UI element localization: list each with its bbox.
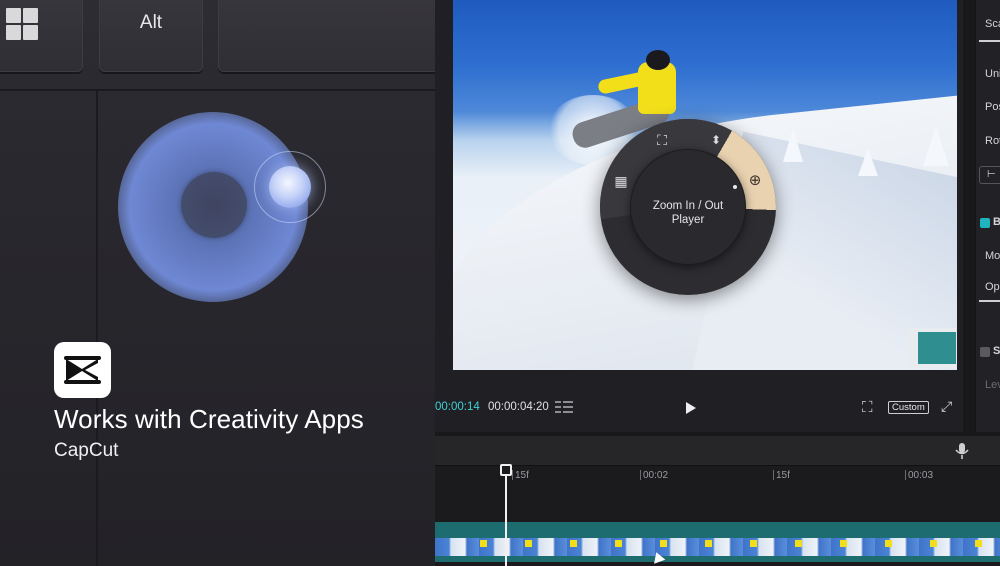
radial-menu-label: Zoom In / Out Player: [631, 199, 745, 227]
play-button[interactable]: [682, 400, 698, 416]
timeline-toolbar: [435, 436, 1000, 466]
creative-dial-center: [181, 172, 247, 238]
blend-checkbox[interactable]: [980, 218, 990, 228]
radial-label-line1: Zoom In / Out: [652, 200, 724, 212]
ruler-label: 00:03: [908, 470, 934, 481]
calendar-icon[interactable]: ▦: [611, 171, 631, 191]
thumbnail-rider: [795, 540, 802, 547]
windows-logo-icon: [6, 8, 38, 40]
up-down-arrows-icon[interactable]: ⬍: [706, 130, 726, 150]
windows-key: [0, 0, 83, 72]
snowboarder-helmet: [646, 50, 670, 70]
prop-stabilize: S: [993, 345, 1000, 357]
video-clip-thumbnails[interactable]: [435, 538, 1000, 556]
playhead[interactable]: [505, 466, 507, 566]
snowy-tree: [923, 126, 949, 166]
color-swatch[interactable]: [908, 328, 956, 368]
fullscreen-icon[interactable]: ⤢: [941, 398, 952, 415]
thumbnail-rider: [930, 540, 937, 547]
prop-tab-underline: [979, 40, 1000, 42]
tagline: Works with Creativity Apps: [54, 404, 364, 434]
space-key: [218, 0, 435, 72]
microphone-icon[interactable]: [955, 443, 969, 459]
thumbnail-rider: [975, 540, 982, 547]
prop-position: Posit: [985, 101, 1000, 113]
list-icon[interactable]: [555, 400, 575, 414]
opacity-slider[interactable]: [979, 300, 1000, 302]
total-time: 00:00:04:20: [488, 401, 549, 413]
app-name: CapCut: [54, 440, 119, 461]
capcut-logo-icon: [54, 342, 111, 398]
prop-mode: Mod: [985, 250, 1000, 262]
ruler-tick: [905, 470, 906, 480]
focus-frame-icon[interactable]: ⛶: [862, 399, 873, 416]
creative-dial-knob: [269, 166, 311, 208]
prop-opacity: Opa: [985, 281, 1000, 293]
align-left-icon[interactable]: ⊢: [979, 166, 1000, 184]
thumbnail-rider: [705, 540, 712, 547]
radial-label-line2: Player: [671, 214, 705, 226]
ruler-tick: [640, 470, 641, 480]
ruler-label: 00:02: [643, 470, 669, 481]
radial-indicator-dot: [733, 185, 737, 189]
custom-ratio-button[interactable]: Custom: [888, 401, 929, 414]
zoom-in-icon[interactable]: ⊕: [745, 171, 765, 191]
thumbnail-rider: [525, 540, 532, 547]
focus-frame-icon[interactable]: ⛶: [652, 130, 672, 150]
thumbnail-rider: [885, 540, 892, 547]
ruler-tick: [512, 470, 513, 480]
prop-level: Leve: [985, 379, 1000, 391]
prop-uniform: Unif: [985, 68, 1000, 80]
prop-scale[interactable]: Scale: [985, 18, 1000, 30]
trackpad-divider: [96, 90, 98, 566]
current-time: 00:00:14: [435, 401, 480, 413]
snowy-tree: [858, 148, 878, 176]
ruler-label: 15f: [776, 470, 790, 481]
trackpad-border: [0, 89, 435, 91]
stabilize-checkbox[interactable]: [980, 347, 990, 357]
timeline-ruler[interactable]: 15f 00:02 15f 00:03: [435, 466, 1000, 488]
alt-key-label: Alt: [139, 12, 163, 33]
prop-rotate: Rota: [985, 135, 1000, 147]
prop-blend: B: [993, 216, 1000, 228]
thumbnail-rider: [480, 540, 487, 547]
color-swatch-fill: [918, 332, 956, 364]
timeline-panel: 15f 00:02 15f 00:03: [435, 436, 1000, 566]
hardware-panel: Alt Works with Creativity Apps CapCut: [0, 0, 435, 566]
ruler-label: 15f: [515, 470, 529, 481]
snowy-tree: [783, 128, 803, 162]
thumbnail-rider: [840, 540, 847, 547]
thumbnail-rider: [660, 540, 667, 547]
playhead-handle[interactable]: [500, 464, 512, 476]
transport-bar: 00:00:14 00:00:04:20 ⛶ Custom ⤢: [435, 392, 963, 424]
ruler-tick: [773, 470, 774, 480]
thumbnail-rider: [750, 540, 757, 547]
thumbnail-rider: [570, 540, 577, 547]
thumbnail-rider: [615, 540, 622, 547]
properties-panel: Scale Unif Posit Rota ⊢ B Mod Opa S Leve: [975, 0, 1000, 432]
alt-key: Alt: [99, 0, 203, 72]
